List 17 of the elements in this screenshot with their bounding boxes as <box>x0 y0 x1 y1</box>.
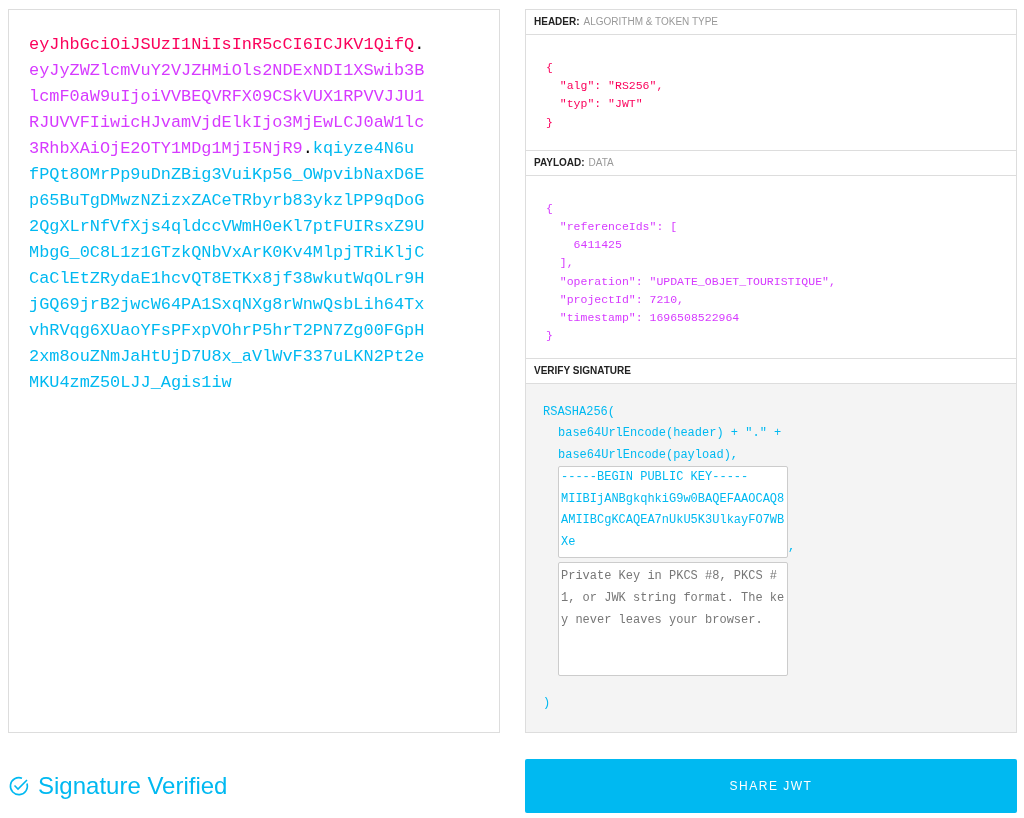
code-line: ) <box>543 694 552 712</box>
code-line: base64UrlEncode(header) + "." + <box>557 425 783 442</box>
public-key-field[interactable]: -----BEGIN PUBLIC KEY----- MIIBIjANBgkqhkiG9w0BAQEFAAOCAQ8AMIIBCgKCAQEA7nUkU5K3UlkayFO7WBXe <box>558 466 788 558</box>
json-code[interactable]: { "alg": "RS256", "typ": "JWT" } <box>526 34 1016 151</box>
encoded-token[interactable]: eyJhbGciOiJSUzI1NiIsInR5cCI6ICJKV1QifQ. eyJyZWZlcmVuY2VJZHMiOls2NDExNDI1XSwib3BlcmF0aW9uIjoiVVBEQVRFX09CSkVUX1RPVVJJU1RJUVVFIiwicHJvamVjdElkIjo3MjEwLCJ0aW1lc3RhbXAiOjE2OTY1MDg1MjI5NjR9.kqiyze4N6ufPQt8OMrPp9uDnZBig3VuiKp56_OWpvibNaxD6Ep65BuTgDMwzNZizxZACeTRbyrb83ykzlPP9qDoG2QgXLrNfVfXjs4qldccVWmH0eKl7ptFUIRsxZ9UMbgG_0C8L1z1GTzkQNbVxArK0Kv4MlpjTRiKljCCaClEtZRydaE1hcvQT8ETKx8jf38wkutWqOLr9HjGQ69jrB2jwcW64PA1SxqNXg8rWnwQsbLih64TxvhRVqg6XUaoYFsPFxpVOhrP5hrT2PN7Zg00FGpH2xm8ouZNmJaHtUjD7U8x_aVlWvF337uLKN2Pt2eMKU4zmZ50LJJ_Agis1iw <box>29 32 425 396</box>
section-title: PAYLOAD: <box>534 156 585 171</box>
section-title: HEADER: <box>534 15 580 30</box>
section-subtitle: ALGORITHM & TOKEN TYPE <box>583 15 719 30</box>
code-line: base64UrlEncode(payload), <box>557 446 740 464</box>
section-title: VERIFY SIGNATURE <box>534 364 631 379</box>
signature-status-text: Signature Verified <box>38 771 228 801</box>
private-key-field[interactable]: Private Key in PKCS #8, PKCS #1, or JWK string format. The key never leaves your browser. <box>558 562 788 676</box>
share-button[interactable]: SHARE JWT <box>525 759 1017 813</box>
code-line: RSASHA256( <box>543 403 616 421</box>
section-subtitle: DATA <box>588 156 614 171</box>
comma-text: , <box>788 538 796 556</box>
json-code[interactable]: { "referenceIds": [ 6411425 ], "operation": "UPDATE_OBJET_TOURISTIQUE", "projectId": 7210, "timestamp": 1696508522964 } <box>526 175 1016 359</box>
